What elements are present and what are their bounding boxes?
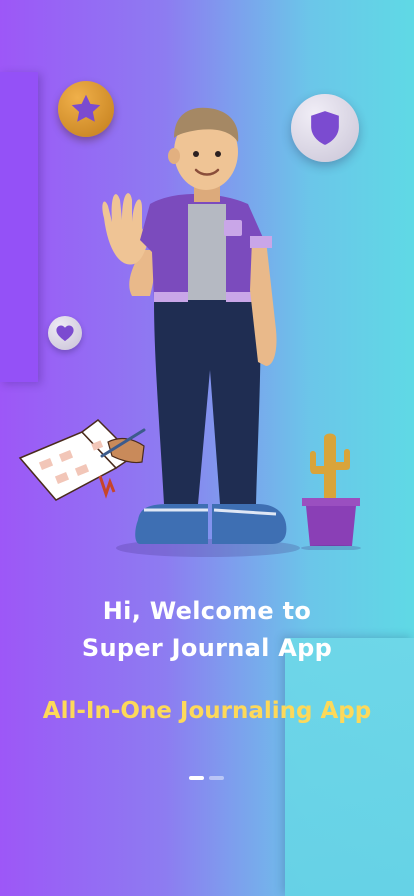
- onboarding-screen: Hi, Welcome to Super Journal App All-In-…: [0, 0, 414, 896]
- heart-icon: [56, 325, 74, 342]
- page-indicator[interactable]: [189, 776, 224, 780]
- shield-icon: [311, 111, 339, 145]
- page-dot[interactable]: [209, 776, 224, 780]
- decorative-panel-right: [285, 638, 414, 896]
- decorative-panel-left: [0, 72, 38, 382]
- tagline: All-In-One Journaling App: [42, 698, 372, 724]
- potted-cactus: [301, 433, 361, 550]
- journal-writing-illustration: [18, 419, 146, 501]
- heart-badge: [48, 316, 82, 350]
- welcome-heading-line1: Hi, Welcome to: [102, 597, 312, 625]
- welcome-heading-line2: Super Journal App: [81, 634, 333, 662]
- shield-badge: [291, 94, 359, 162]
- page-dot-active[interactable]: [189, 776, 204, 780]
